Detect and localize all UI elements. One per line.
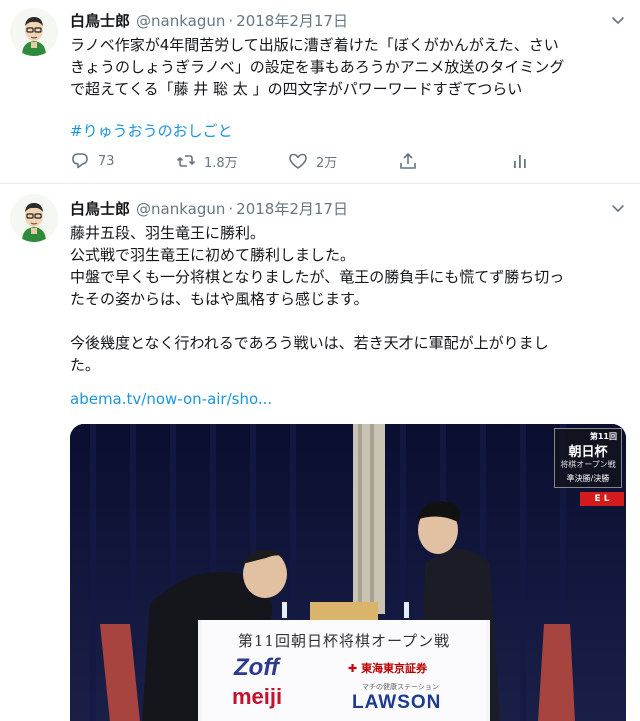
retweet-icon (176, 155, 196, 167)
tweet-text-line: た。 (70, 356, 101, 374)
tweet[interactable]: 白鳥士郎 @nankagun · 2018年2月17日 ラノベ作家が4年間苦労して出版… (0, 0, 640, 183)
tweet-header: 白鳥士郎 @nankagun · 2018年2月17日 (70, 198, 348, 219)
tweet-text: 藤井五段、羽生竜王に勝利。 公式戦で羽生竜王に初めて勝利しました。 中盤で早くも… (70, 222, 626, 376)
hashtag-link[interactable]: #りゅうおうのおしごと (70, 120, 233, 141)
analytics-button[interactable] (510, 150, 530, 172)
tweet-text-line: 今後幾度となく行われるであろう戦いは、若き天才に軍配が上がりまし (70, 334, 549, 352)
tweet-header: 白鳥士郎 @nankagun · 2018年2月17日 (70, 10, 348, 31)
tweet-actions: 73 1.8万 2万 (70, 150, 626, 172)
avatar-illustration (10, 8, 58, 56)
tweet-text-line: ラノベ作家が4年間苦労して出版に漕ぎ着けた「ぼくがかんがえた、さい (70, 36, 559, 54)
video-player[interactable]: 第11回朝日杯将棋オープン戦 Zoff meiji ✚ 東海東京証券 マチの健康… (70, 424, 626, 721)
lawson-tagline: マチの健康ステーション (362, 683, 439, 691)
tweet[interactable]: 白鳥士郎 @nankagun · 2018年2月17日 藤井五段、羽生竜王に勝利。 公… (0, 183, 640, 721)
analytics-icon (514, 155, 526, 168)
avatar-illustration (10, 194, 58, 242)
sponsor-lawson: LAWSON (352, 692, 442, 713)
tweet-text: ラノベ作家が4年間苦労して出版に漕ぎ着けた「ぼくがかんがえた、さい きょうのしょ… (70, 34, 626, 100)
author-name[interactable]: 白鳥士郎 (70, 12, 130, 30)
retweet-count: 1.8万 (204, 155, 238, 171)
logo-subtitle: 将棋オープン戦 (560, 460, 616, 469)
external-link[interactable]: abema.tv/now-on-air/sho... (70, 390, 272, 408)
author-name[interactable]: 白鳥士郎 (70, 200, 130, 218)
chevron-down-icon[interactable] (610, 12, 626, 28)
retweet-button[interactable]: 1.8万 (176, 150, 238, 172)
tweet-text-line: きょうのしょうぎラノベ」の設定を事もあろうかアニメ放送のタイミング (70, 58, 565, 76)
reply-count: 73 (98, 153, 115, 169)
tweet-text-line: で超えてくる「藤 井 聡 太 」の四文字がパワーワードすぎてつらい (70, 80, 523, 98)
sponsor-banner: 第11回朝日杯将棋オープン戦 Zoff meiji ✚ 東海東京証券 マチの健康… (202, 620, 486, 721)
live-badge: E L (580, 492, 624, 506)
banner-title: 第11回朝日杯将棋オープン戦 (237, 632, 451, 650)
tweet-date[interactable]: 2018年2月17日 (236, 200, 348, 218)
separator-dot: · (228, 200, 234, 218)
tweet-text-line: 藤井五段、羽生竜王に勝利。 (70, 224, 266, 242)
share-icon (400, 152, 416, 169)
tweet-date[interactable]: 2018年2月17日 (236, 12, 348, 30)
like-count: 2万 (316, 155, 338, 171)
avatar[interactable] (10, 8, 58, 56)
tweet-text-line: たその姿からは、もはや風格すら感じます。 (70, 290, 369, 308)
sponsor-tokai-mark: ✚ (348, 662, 358, 675)
logo-title: 朝日杯 (568, 445, 608, 460)
sponsor-zoff: Zoff (234, 654, 279, 681)
logo-round: 準決勝/決勝 (566, 474, 610, 483)
author-handle[interactable]: @nankagun (136, 200, 225, 218)
chevron-down-icon[interactable] (610, 200, 626, 216)
separator-dot: · (228, 12, 234, 30)
like-button[interactable]: 2万 (288, 150, 337, 172)
sponsor-tokai-name: 東海東京証券 (361, 662, 428, 675)
reply-button[interactable]: 73 (70, 150, 115, 172)
tweet-text-line: 公式戦で羽生竜王に初めて勝利しました。 (70, 246, 356, 264)
sponsor-meiji: meiji (232, 684, 283, 709)
avatar[interactable] (10, 194, 58, 242)
sponsor-tokai: ✚ 東海東京証券 (348, 660, 427, 676)
tweet-text-line: 中盤で早くも一分将棋となりましたが、竜王の勝負手にも慌てず勝ち切っ (70, 268, 565, 286)
reply-icon (72, 153, 88, 169)
heart-icon (289, 153, 307, 169)
tournament-logo: 第11回 朝日杯 将棋オープン戦 準決勝/決勝 (554, 428, 622, 488)
share-button[interactable] (398, 150, 418, 172)
author-handle[interactable]: @nankagun (136, 12, 225, 30)
